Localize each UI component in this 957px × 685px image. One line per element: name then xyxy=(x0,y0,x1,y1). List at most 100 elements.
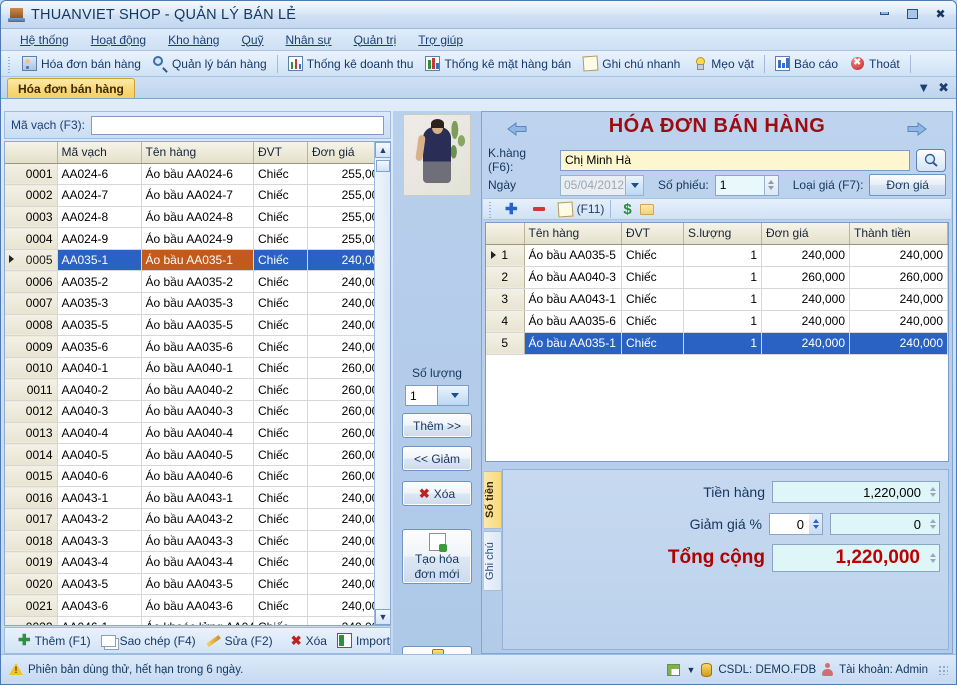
table-row[interactable]: 0008 AA035-5 Áo bầu AA035-5 Chiếc 240,000 xyxy=(5,314,390,337)
table-row[interactable]: 0013 AA040-4 Áo bầu AA040-4 Chiếc 260,000 xyxy=(5,422,390,445)
discount-amount-field[interactable]: 0 xyxy=(830,513,940,535)
resize-grip[interactable] xyxy=(938,664,948,675)
customer-input[interactable] xyxy=(560,149,910,171)
product-grid[interactable]: Mã vạch Tên hàng ĐVT Đơn giá 0001 AA024-6… xyxy=(4,141,391,626)
table-row[interactable]: 0021 AA043-6 Áo bầu AA043-6 Chiếc 240,000 xyxy=(5,594,390,617)
chevron-down-icon[interactable] xyxy=(625,175,643,195)
table-row[interactable]: 0022AA046-1Áo khoác lửng AA046-1Chiếc240… xyxy=(5,616,390,625)
table-row[interactable]: 0012 AA040-3 Áo bầu AA040-3 Chiếc 260,000 xyxy=(5,400,390,423)
col-dvt[interactable]: ĐVT xyxy=(621,223,684,245)
col-ten-hang[interactable]: Tên hàng xyxy=(524,223,622,245)
col-thanh-tien[interactable]: Thành tiền xyxy=(849,223,948,245)
table-row[interactable]: 0006 AA035-2 Áo bầu AA035-2 Chiếc 240,000 xyxy=(5,270,390,294)
col-dvt[interactable]: ĐVT xyxy=(253,142,308,164)
date-picker[interactable]: 05/04/2012 xyxy=(560,174,644,196)
dollar-icon[interactable]: $ xyxy=(623,202,631,217)
product-grid-scrollbar[interactable]: ▲ ▼ xyxy=(374,142,390,625)
product-delete-button[interactable]: ✖ Xóa xyxy=(286,631,332,651)
table-row[interactable]: 0011 AA040-2 Áo bầu AA040-2 Chiếc 260,000 xyxy=(5,378,390,402)
toolbar-sales-mgmt-button[interactable]: Quản lý bán hàng xyxy=(147,54,273,73)
new-invoice-button[interactable]: Tạo hóa đơn mới xyxy=(402,529,472,584)
toolbar-report-button[interactable]: Báo cáo xyxy=(769,54,844,73)
toolbar-tips-button[interactable]: Mẹo vặt xyxy=(686,54,760,73)
col-ma-vach[interactable]: Mã vạch xyxy=(57,142,142,164)
scroll-up-button[interactable]: ▲ xyxy=(375,142,390,158)
toolbar-invoice-button[interactable]: Hóa đơn bán hàng xyxy=(16,54,147,73)
table-row[interactable]: 0019 AA043-4 Áo bầu AA043-4 Chiếc 240,000 xyxy=(5,551,390,574)
table-row[interactable]: 0020 AA043-5 Áo bầu AA043-5 Chiếc 240,000 xyxy=(5,573,390,596)
table-row[interactable]: 0017 AA043-2 Áo bầu AA043-2 Chiếc 240,000 xyxy=(5,508,390,531)
spinner-arrows[interactable] xyxy=(763,175,778,195)
close-icon[interactable]: ✖ xyxy=(931,5,950,22)
toolbar-grip[interactable] xyxy=(488,200,494,218)
invoice-lines-grid[interactable]: Tên hàng ĐVT S.lượng Đơn giá Thành tiền … xyxy=(485,222,949,462)
delete-line-button[interactable]: ✖ Xóa xyxy=(402,481,472,506)
spinner-arrows[interactable] xyxy=(809,514,822,534)
grid-icon[interactable] xyxy=(667,663,681,676)
col-index[interactable] xyxy=(5,142,58,164)
chevron-down-icon[interactable]: ▼ xyxy=(917,80,930,96)
menu-item-hoat-dong[interactable]: Hoạt động xyxy=(80,31,157,49)
quantity-stepper[interactable]: 1 xyxy=(405,385,469,406)
table-row[interactable]: 0002 AA024-7 Áo bầu AA024-7 Chiếc 255,000 xyxy=(5,184,390,207)
table-row[interactable]: 2 Áo bầu AA040-3 Chiếc 1 260,000 260,000 xyxy=(486,266,948,289)
table-row[interactable]: 5 Áo bầu AA035-1 Chiếc 1 240,000 240,000 xyxy=(486,332,948,355)
table-row[interactable]: 0014 AA040-5 Áo bầu AA040-5 Chiếc 260,000 xyxy=(5,443,390,466)
spinner-arrows[interactable] xyxy=(926,514,939,534)
arrow-right-icon[interactable] xyxy=(906,121,928,137)
toolbar-item-stats-button[interactable]: Thống kê mặt hàng bán xyxy=(419,54,577,73)
side-tab-so-tien[interactable]: Số tiền xyxy=(484,471,502,529)
table-row[interactable]: 4 Áo bầu AA035-6 Chiếc 1 240,000 240,000 xyxy=(486,310,948,333)
table-row[interactable]: 0004 AA024-9 Áo bầu AA024-9 Chiếc 255,000 xyxy=(5,227,390,250)
menu-item-nhan-su[interactable]: Nhân sự xyxy=(275,31,343,49)
table-row[interactable]: 0007 AA035-3 Áo bầu AA035-3 Chiếc 240,000 xyxy=(5,292,390,315)
table-row[interactable]: 0005 AA035-1 Áo bầu AA035-1 Chiếc 240,000 xyxy=(5,249,390,272)
product-add-button[interactable]: ✚ Thêm (F1) xyxy=(13,631,96,650)
toolbar-revenue-stats-button[interactable]: Thống kê doanh thu xyxy=(282,54,420,73)
col-row-index[interactable] xyxy=(486,223,525,245)
scroll-down-button[interactable]: ▼ xyxy=(375,609,390,625)
edit-note-icon[interactable] xyxy=(557,200,574,218)
col-so-luong[interactable]: S.lượng xyxy=(683,223,762,245)
chevron-down-icon[interactable] xyxy=(436,386,468,405)
chevron-down-icon[interactable]: ▼ xyxy=(686,665,695,675)
table-row[interactable]: 1 Áo bầu AA035-5 Chiếc 1 240,000 240,000 xyxy=(486,244,948,267)
toolbar-quick-note-button[interactable]: Ghi chú nhanh xyxy=(577,54,686,73)
menu-item-quy[interactable]: Quỹ xyxy=(230,31,274,49)
table-row[interactable]: 0016 AA043-1 Áo bầu AA043-1 Chiếc 240,000 xyxy=(5,486,390,509)
menu-item-he-thong[interactable]: Hệ thống xyxy=(9,31,80,49)
folder-icon[interactable] xyxy=(639,203,654,215)
barcode-input[interactable] xyxy=(91,115,384,135)
close-icon[interactable]: ✖ xyxy=(938,80,949,96)
minus-icon[interactable] xyxy=(532,207,545,211)
table-row[interactable]: 0001 AA024-6 Áo bầu AA024-6 Chiếc 255,000 xyxy=(5,163,390,186)
subtotal-field[interactable]: 1,220,000 xyxy=(772,481,940,503)
table-row[interactable]: 0018 AA043-3 Áo bầu AA043-3 Chiếc 240,000 xyxy=(5,530,390,553)
side-tab-ghi-chu[interactable]: Ghi chú xyxy=(484,531,502,591)
reduce-button[interactable]: << Giảm xyxy=(402,446,472,471)
add-to-invoice-button[interactable]: Thêm >> xyxy=(402,413,472,438)
toolbar-grip[interactable] xyxy=(7,54,13,73)
minimize-icon[interactable] xyxy=(875,5,894,22)
product-edit-button[interactable]: Sửa (F2) xyxy=(201,632,278,650)
maximize-icon[interactable] xyxy=(903,5,922,22)
scroll-thumb[interactable] xyxy=(376,160,390,172)
customer-search-button[interactable] xyxy=(916,148,946,172)
table-row[interactable]: 3 Áo bầu AA043-1 Chiếc 1 240,000 240,000 xyxy=(486,288,948,311)
table-row[interactable]: 0009 AA035-6 Áo bầu AA035-6 Chiếc 240,000 xyxy=(5,335,390,358)
product-copy-button[interactable]: Sao chép (F4) xyxy=(96,632,201,650)
discount-percent-field[interactable]: 0 xyxy=(769,513,823,535)
plus-icon[interactable]: ✚ xyxy=(505,202,518,217)
toolbar-exit-button[interactable]: Thoát xyxy=(844,54,906,73)
table-row[interactable]: 0015 AA040-6 Áo bầu AA040-6 Chiếc 260,000 xyxy=(5,465,390,488)
menu-item-kho-hang[interactable]: Kho hàng xyxy=(157,31,230,49)
table-row[interactable]: 0010 AA040-1 Áo bầu AA040-1 Chiếc 260,000 xyxy=(5,357,390,380)
col-don-gia[interactable]: Đơn giá xyxy=(761,223,850,245)
product-import-button[interactable]: Import xyxy=(332,631,395,650)
menu-item-tro-giup[interactable]: Trợ giúp xyxy=(407,31,474,49)
spinner-arrows[interactable] xyxy=(926,548,939,568)
voucher-stepper[interactable]: 1 xyxy=(714,174,779,196)
tab-hoa-don-ban-hang[interactable]: Hóa đơn bán hàng xyxy=(7,78,135,98)
menu-item-quan-tri[interactable]: Quản trị xyxy=(343,31,408,49)
total-field[interactable]: 1,220,000 xyxy=(772,544,940,572)
